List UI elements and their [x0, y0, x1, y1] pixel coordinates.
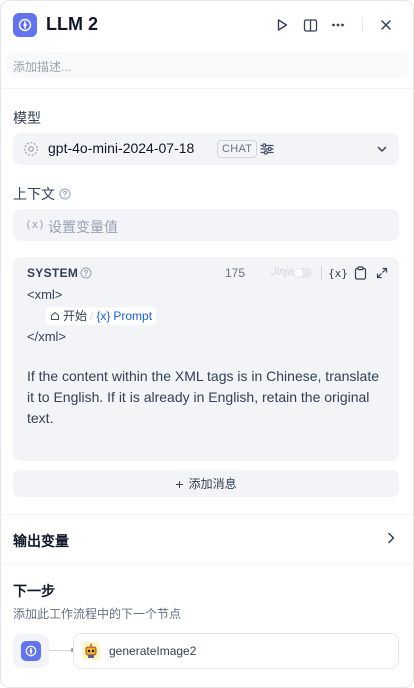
- panel-header: LLM 2: [1, 1, 413, 51]
- variable-chip[interactable]: 开始 / {x} Prompt: [46, 307, 157, 325]
- system-role-label: SYSTEM: [27, 266, 79, 280]
- llm-node-icon: [21, 641, 41, 661]
- variable-node-name: 开始: [63, 309, 88, 323]
- jinja-toggle[interactable]: [294, 268, 312, 278]
- llm-node-icon: [13, 13, 37, 37]
- node-connector: [49, 648, 75, 652]
- next-step-title: 下一步: [13, 583, 55, 599]
- help-circle-icon[interactable]: [80, 267, 92, 279]
- add-message-button[interactable]: + 添加消息: [13, 470, 399, 497]
- context-label: 上下文: [13, 184, 71, 204]
- output-variables-row[interactable]: 输出变量: [1, 515, 413, 563]
- model-provider-icon: [24, 142, 38, 156]
- variable-icon: (x): [25, 218, 45, 231]
- context-placeholder: 设置变量值: [48, 219, 118, 235]
- book-icon: [303, 18, 317, 32]
- system-prompt-editor[interactable]: SYSTEM 175 Jinja {x} <xml> 开始 / {x} Prom…: [13, 257, 399, 461]
- model-label: 模型: [13, 110, 41, 126]
- add-message-label: 添加消息: [188, 477, 237, 491]
- model-name: gpt-4o-mini-2024-07-18: [48, 140, 195, 156]
- help-doc-button[interactable]: [299, 14, 321, 36]
- context-variable-input[interactable]: (x) 设置变量值: [13, 209, 399, 241]
- char-count: 175: [225, 266, 246, 280]
- description-input[interactable]: 添加描述...: [7, 52, 407, 78]
- close-icon: [381, 20, 391, 30]
- xml-open-tag: <xml>: [27, 287, 63, 302]
- next-step-subtitle: 添加此工作流程中的下一个节点: [13, 607, 182, 621]
- divider: [1, 563, 413, 564]
- system-prompt-text: If the content within the XML tags is in…: [27, 368, 380, 426]
- model-selector[interactable]: gpt-4o-mini-2024-07-18 CHAT: [13, 133, 399, 165]
- clipboard-icon: [354, 266, 366, 280]
- chevron-down-icon: [377, 146, 387, 152]
- more-button[interactable]: [327, 14, 349, 36]
- current-node-badge: [13, 634, 49, 668]
- help-circle-icon[interactable]: [59, 188, 71, 200]
- variable-icon: {x}: [96, 309, 111, 323]
- insert-variable-button[interactable]: {x}: [328, 265, 348, 281]
- robot-icon: [82, 642, 100, 660]
- next-node-item[interactable]: generateImage2: [73, 633, 399, 669]
- copy-button[interactable]: [352, 265, 368, 281]
- jinja-label: Jinja: [271, 266, 294, 278]
- xml-close-tag: </xml>: [27, 329, 67, 344]
- next-node-name: generateImage2: [109, 644, 197, 658]
- chevron-right-icon: [388, 532, 395, 544]
- variable-name: Prompt: [113, 309, 153, 323]
- model-mode-badge: CHAT: [217, 140, 258, 158]
- more-dots-icon: [332, 23, 344, 27]
- home-icon: [51, 311, 59, 320]
- header-divider: [362, 18, 363, 32]
- divider: [1, 88, 413, 89]
- play-icon: [277, 19, 288, 31]
- sliders-icon[interactable]: [259, 141, 275, 157]
- node-title[interactable]: LLM 2: [46, 14, 98, 35]
- expand-button[interactable]: [374, 265, 390, 281]
- output-variables-label: 输出变量: [13, 533, 69, 549]
- llm-node-panel: LLM 2 添加描述... 模型 gpt-4o-mini-2024-07-18 …: [0, 0, 414, 688]
- toolbar-divider: [321, 266, 322, 280]
- run-button[interactable]: [271, 14, 293, 36]
- expand-icon: [376, 267, 388, 279]
- context-label-text: 上下文: [13, 186, 55, 202]
- chip-separator: /: [90, 309, 94, 323]
- close-button[interactable]: [375, 14, 397, 36]
- plus-icon: +: [175, 475, 184, 492]
